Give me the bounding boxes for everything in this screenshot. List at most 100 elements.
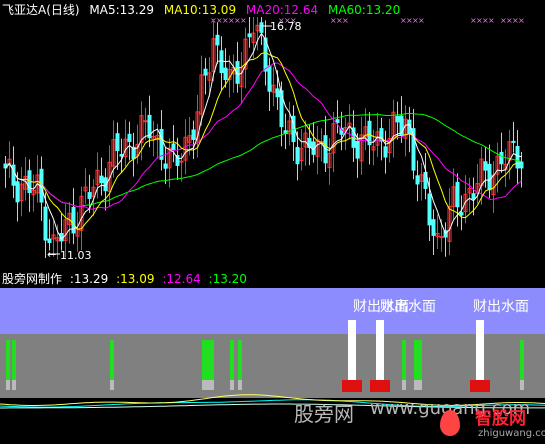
chart-title-bar: 飞亚达A(日线) MA5:13.29 MA10:13.09 MA20:12.64… bbox=[2, 1, 406, 17]
candle-body bbox=[215, 34, 220, 46]
x-marker-icon: × bbox=[488, 17, 495, 25]
candle-body bbox=[191, 129, 196, 140]
candle-body bbox=[483, 161, 488, 171]
red-signal-base bbox=[470, 380, 490, 392]
gray-stub bbox=[520, 380, 524, 390]
signal-label-3: 财出水面 bbox=[473, 299, 529, 315]
candle-body bbox=[47, 238, 52, 244]
gray-stub bbox=[414, 380, 418, 390]
candle-body bbox=[87, 192, 92, 199]
x-marker-icon: × bbox=[342, 17, 349, 25]
candle-body bbox=[395, 115, 400, 123]
ground-band bbox=[0, 334, 545, 398]
ma5-value: MA5:13.29 bbox=[89, 3, 155, 17]
candle-body bbox=[127, 133, 132, 143]
candle-body bbox=[275, 88, 280, 98]
candle-body bbox=[415, 175, 420, 185]
indicator-title-bar: 股旁网制作 :13.29 :13.09 :12.64 :13.20 bbox=[2, 270, 251, 287]
green-bar bbox=[206, 340, 210, 380]
ma60-line bbox=[5, 112, 522, 208]
green-bar bbox=[520, 340, 524, 380]
candle-body bbox=[515, 146, 520, 169]
stock-name: 飞亚达A bbox=[2, 3, 47, 17]
watermark-site: 智股网 bbox=[475, 409, 526, 429]
indicator-value-3: :12.64 bbox=[162, 272, 201, 286]
green-bar bbox=[238, 340, 242, 380]
candle-body bbox=[179, 160, 184, 163]
green-bar bbox=[418, 340, 422, 380]
candle-body bbox=[267, 65, 272, 92]
indicator-value-1: :13.29 bbox=[69, 272, 109, 286]
red-signal-base bbox=[342, 380, 362, 392]
candle-body bbox=[427, 193, 432, 226]
candle-body bbox=[143, 120, 148, 123]
candle-body bbox=[223, 67, 228, 80]
candle-body bbox=[431, 219, 436, 236]
green-bar bbox=[6, 340, 10, 380]
watermark-brand: 股旁网 bbox=[294, 402, 354, 426]
candle-body bbox=[383, 146, 388, 158]
white-signal-bar bbox=[348, 320, 356, 380]
candle-body bbox=[487, 163, 492, 191]
candle-body bbox=[159, 128, 164, 160]
candle-body bbox=[471, 193, 476, 200]
candle-body bbox=[247, 33, 252, 38]
green-bar bbox=[230, 340, 234, 380]
green-bar bbox=[402, 340, 406, 380]
gray-stub bbox=[12, 380, 16, 390]
gray-stub bbox=[206, 380, 210, 390]
watermark-url: zhiguwang.com bbox=[478, 428, 545, 439]
candle-body bbox=[455, 181, 460, 208]
white-signal-bar bbox=[476, 320, 484, 380]
green-bar bbox=[202, 340, 206, 380]
signal-label-2: 财出水面 bbox=[380, 299, 436, 315]
candle-body bbox=[355, 141, 360, 159]
ma60-value: MA60:13.20 bbox=[327, 3, 401, 17]
indicator-name: 股旁网制作 bbox=[2, 272, 63, 286]
gray-stub bbox=[238, 380, 242, 390]
candle-body bbox=[519, 161, 524, 169]
low-price-label: 11.03 bbox=[60, 249, 92, 262]
candle-body bbox=[171, 143, 176, 151]
candle-body bbox=[439, 236, 444, 239]
candle-body bbox=[499, 151, 504, 165]
white-signal-bar bbox=[376, 320, 384, 380]
ma20-value: MA20:12.64 bbox=[245, 3, 319, 17]
gray-stub bbox=[402, 380, 406, 390]
indicator-panel[interactable] bbox=[0, 288, 545, 444]
ma10-value: MA10:13.09 bbox=[163, 3, 237, 17]
high-price-label: 16.78 bbox=[270, 20, 302, 33]
flame-logo-icon bbox=[440, 410, 460, 436]
gray-stub bbox=[110, 380, 114, 390]
candle-body bbox=[163, 163, 168, 169]
red-signal-base bbox=[370, 380, 390, 392]
period-label: (日线) bbox=[46, 3, 80, 17]
gray-stub bbox=[210, 380, 214, 390]
candle-body bbox=[335, 119, 340, 123]
candle-body bbox=[295, 146, 300, 165]
gray-stub bbox=[6, 380, 10, 390]
candle-body bbox=[99, 175, 104, 184]
candle-body bbox=[511, 140, 516, 143]
green-bar bbox=[414, 340, 418, 380]
x-marker-icon: × bbox=[518, 17, 525, 25]
x-marker-icon: × bbox=[418, 17, 425, 25]
candlestick-chart[interactable]: ×××××××××××××××××××××××× 16.78 ← 11.03 bbox=[0, 17, 545, 267]
indicator-value-4: :13.20 bbox=[208, 272, 247, 286]
candle-body bbox=[259, 22, 264, 33]
indicator-value-2: :13.09 bbox=[116, 272, 155, 286]
candle-body bbox=[219, 50, 224, 74]
candle-body bbox=[43, 206, 48, 241]
ma20-line bbox=[5, 62, 522, 210]
gray-stub bbox=[202, 380, 206, 390]
candle-body bbox=[459, 212, 464, 216]
arrow-left-icon: ← bbox=[47, 248, 56, 261]
green-bar bbox=[210, 340, 214, 380]
candle-body bbox=[203, 68, 208, 76]
green-bar bbox=[110, 340, 114, 380]
green-bar bbox=[12, 340, 16, 380]
gray-stub bbox=[418, 380, 422, 390]
candle-body bbox=[15, 181, 20, 203]
gray-stub bbox=[230, 380, 234, 390]
x-marker-icon: × bbox=[240, 17, 247, 25]
